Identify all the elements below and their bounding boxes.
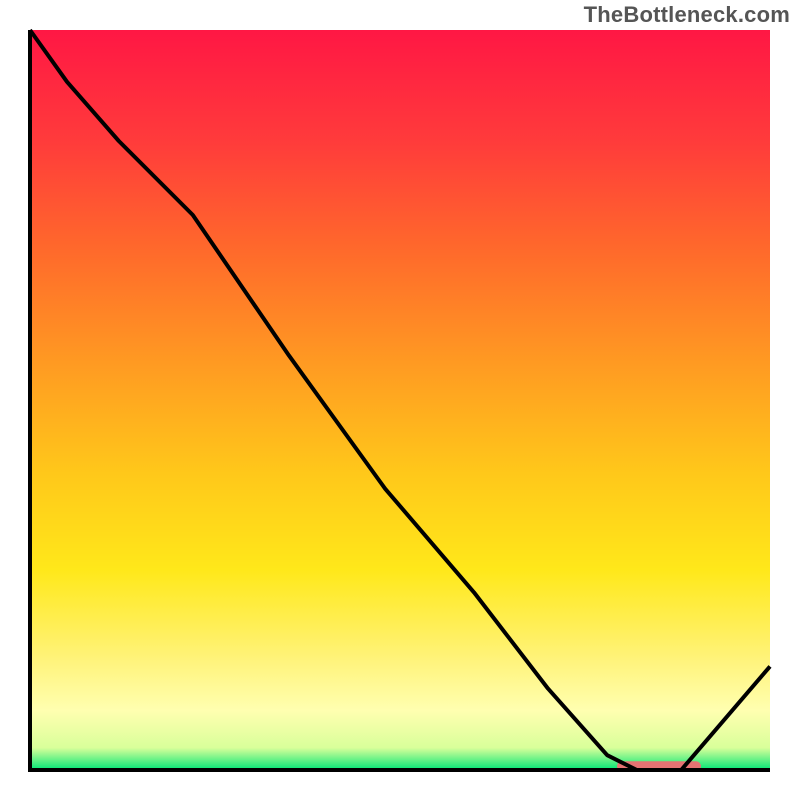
bottleneck-chart xyxy=(0,0,800,800)
plot-background xyxy=(30,30,770,770)
